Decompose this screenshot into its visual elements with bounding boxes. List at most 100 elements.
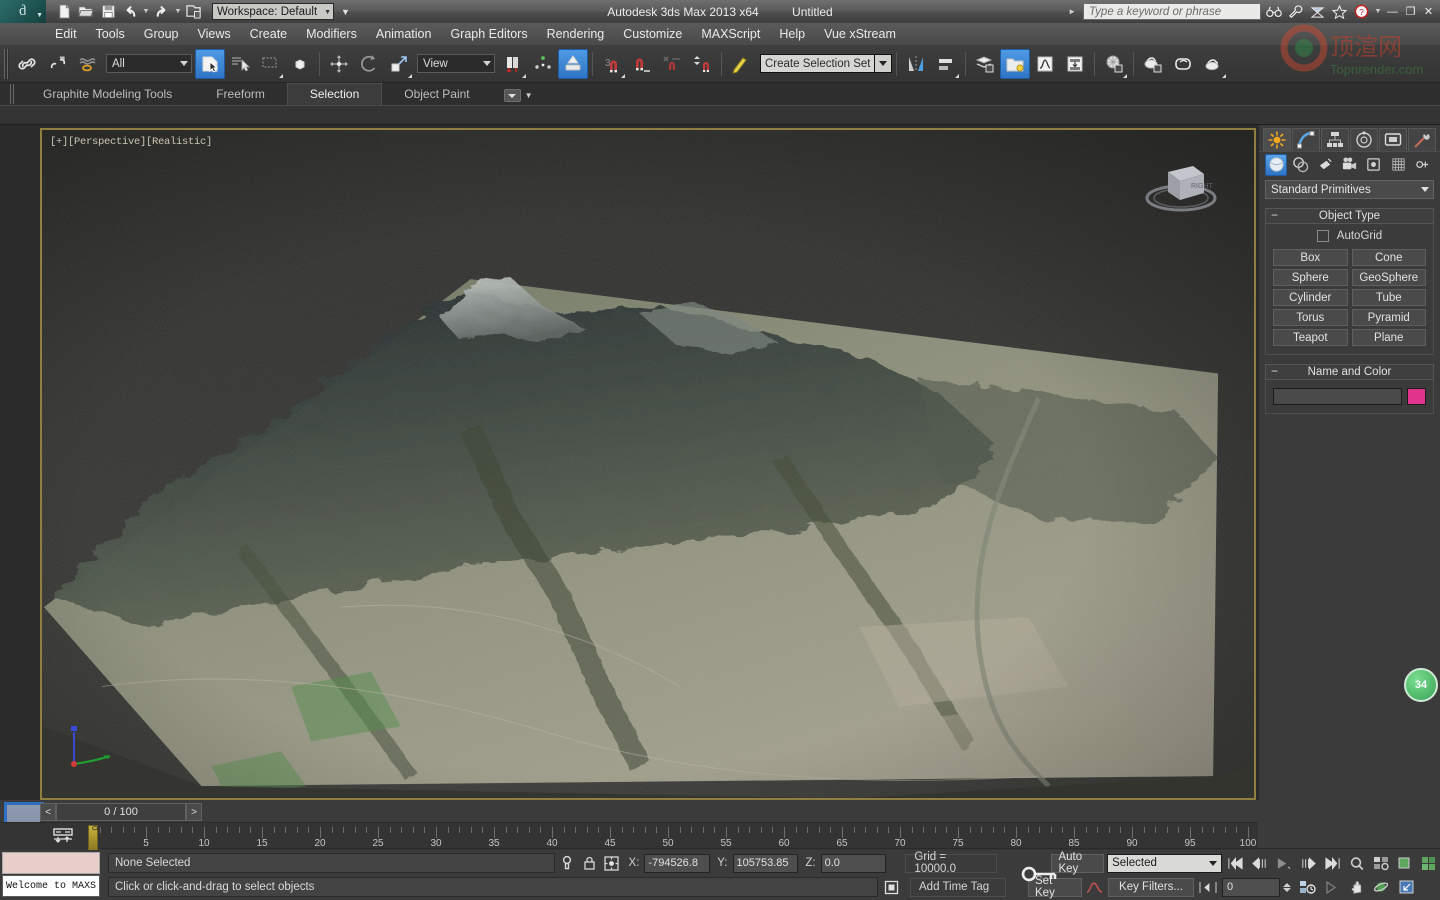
save-file-icon[interactable]	[98, 2, 118, 21]
status-badge[interactable]: 34	[1404, 668, 1438, 702]
menu-item-rendering[interactable]: Rendering	[538, 25, 614, 43]
orbit-icon[interactable]	[1371, 877, 1393, 897]
select-object-icon[interactable]	[195, 48, 225, 79]
hierarchy-tab[interactable]	[1321, 128, 1349, 151]
project-folder-icon[interactable]	[184, 2, 204, 21]
open-file-icon[interactable]	[76, 2, 96, 21]
restore-button[interactable]: ❐	[1403, 3, 1418, 20]
bind-to-space-warp-icon[interactable]	[73, 49, 103, 79]
object-name-input[interactable]	[1273, 388, 1402, 405]
z-coordinate-input[interactable]: 0.0	[820, 853, 887, 873]
teapot-button[interactable]: Teapot	[1273, 329, 1348, 346]
key-filters-button[interactable]: Key Filters...	[1108, 877, 1194, 897]
geometry-icon[interactable]	[1265, 153, 1288, 176]
curve-editor-icon[interactable]	[1030, 49, 1060, 79]
maxscript-listener[interactable]: Welcome to MAXS	[0, 850, 102, 900]
use-selection-center-icon[interactable]	[528, 49, 558, 79]
minimize-button[interactable]: —	[1385, 3, 1400, 20]
display-tab[interactable]	[1379, 128, 1407, 151]
use-pivot-point-center-icon[interactable]	[498, 49, 528, 79]
menu-item-tools[interactable]: Tools	[87, 25, 134, 43]
absolute-relative-mode-icon[interactable]	[602, 853, 621, 873]
undo-icon[interactable]	[120, 2, 140, 21]
current-frame-input[interactable]: 0	[1222, 877, 1280, 897]
field-of-view-icon[interactable]	[1419, 853, 1440, 873]
named-selection-set-dropdown[interactable]	[875, 54, 892, 73]
toolbar-grip[interactable]	[4, 48, 9, 79]
cameras-icon[interactable]	[1338, 154, 1360, 176]
adaptive-degradation-icon[interactable]	[881, 877, 901, 897]
ribbon-minimize-control[interactable]: ▼	[503, 89, 533, 105]
layer-manager-icon[interactable]	[970, 49, 1000, 79]
edit-named-selection-sets-icon[interactable]	[726, 49, 756, 79]
key-mode-toggle-icon[interactable]	[1197, 877, 1219, 897]
frame-spinner[interactable]	[1283, 878, 1293, 897]
tube-button[interactable]: Tube	[1351, 289, 1426, 306]
ribbon-collapse-icon[interactable]	[503, 89, 521, 102]
play-animation-icon[interactable]	[1273, 853, 1294, 873]
selection-filter-dropdown[interactable]: All	[106, 54, 192, 73]
expand-arrow-icon[interactable]: ►	[1068, 7, 1076, 16]
search-input[interactable]: Type a keyword or phrase	[1083, 3, 1261, 20]
systems-icon[interactable]	[1412, 154, 1434, 176]
next-frame-arrow[interactable]: >	[186, 803, 202, 821]
geosphere-button[interactable]: GeoSphere	[1351, 269, 1426, 286]
render-production-icon[interactable]	[1198, 49, 1228, 79]
motion-tab[interactable]	[1350, 128, 1378, 151]
mirror-icon[interactable]	[901, 49, 931, 79]
ribbon-grip[interactable]	[10, 84, 15, 104]
key-mode-dropdown[interactable]: Selected	[1107, 853, 1222, 873]
maxscript-output-pane[interactable]: Welcome to MAXS	[2, 875, 100, 897]
spinner-down-icon[interactable]	[1283, 887, 1291, 892]
zoom-extents-all-icon[interactable]	[1370, 853, 1391, 873]
select-and-link-icon[interactable]	[13, 49, 43, 79]
subscription-icon[interactable]	[1308, 3, 1327, 21]
object-type-header[interactable]: − Object Type	[1265, 208, 1434, 224]
modify-tab[interactable]	[1292, 128, 1320, 151]
snaps-toggle-icon[interactable]: 3	[597, 49, 627, 79]
help-dropdown-icon[interactable]: ▼	[1374, 8, 1382, 15]
application-menu-button[interactable]: ɓ ▼	[0, 0, 46, 23]
viewport-label[interactable]: [+][Perspective][Realistic]	[50, 136, 212, 148]
menu-item-graph-editors[interactable]: Graph Editors	[441, 25, 536, 43]
key-lock-icon[interactable]	[1017, 852, 1063, 896]
prev-frame-arrow[interactable]: <	[40, 803, 56, 821]
sphere-button[interactable]: Sphere	[1273, 269, 1348, 286]
perspective-viewport[interactable]: [+][Perspective][Realistic] RIGHT	[40, 128, 1256, 800]
favorites-star-icon[interactable]	[1330, 3, 1349, 21]
playback-icon[interactable]	[1321, 877, 1343, 897]
space-warps-icon[interactable]	[1387, 154, 1409, 176]
material-editor-icon[interactable]	[1099, 49, 1129, 79]
render-setup-icon[interactable]	[1138, 49, 1168, 79]
select-by-name-icon[interactable]	[225, 49, 255, 79]
align-icon[interactable]	[931, 49, 961, 79]
y-coordinate-input[interactable]: 105753.85	[732, 853, 799, 873]
add-time-tag-button[interactable]: Add Time Tag	[910, 877, 1006, 897]
helpers-icon[interactable]	[1363, 154, 1385, 176]
percent-snap-toggle-icon[interactable]	[657, 49, 687, 79]
menu-item-help[interactable]: Help	[770, 25, 814, 43]
cone-button[interactable]: Cone	[1351, 249, 1426, 266]
menu-item-maxscript[interactable]: MAXScript	[692, 25, 769, 43]
unlink-selection-icon[interactable]	[43, 49, 73, 79]
selection-lock-icon[interactable]	[580, 853, 599, 873]
menu-item-group[interactable]: Group	[135, 25, 188, 43]
spinner-snap-toggle-icon[interactable]	[687, 49, 717, 79]
tab-object-paint[interactable]: Object Paint	[382, 84, 491, 105]
x-coordinate-input[interactable]: -794526.8	[644, 853, 711, 873]
name-and-color-header[interactable]: − Name and Color	[1265, 364, 1434, 380]
select-and-rotate-icon[interactable]	[354, 49, 384, 79]
menu-item-modifiers[interactable]: Modifiers	[297, 25, 366, 43]
torus-button[interactable]: Torus	[1273, 309, 1348, 326]
zoom-extents-icon[interactable]	[1396, 877, 1418, 897]
open-mini-curve-editor-icon[interactable]	[52, 827, 74, 847]
named-selection-set-input[interactable]: Create Selection Set	[760, 54, 875, 73]
key-filters-curve-icon[interactable]	[1085, 877, 1105, 897]
autogrid-checkbox[interactable]	[1316, 230, 1329, 242]
current-frame-display[interactable]: 0 / 100	[56, 803, 186, 821]
lights-icon[interactable]	[1314, 154, 1336, 176]
tab-graphite-modeling-tools[interactable]: Graphite Modeling Tools	[21, 84, 194, 105]
rectangular-selection-region-icon[interactable]	[255, 49, 285, 79]
tab-freeform[interactable]: Freeform	[194, 84, 287, 105]
menu-item-create[interactable]: Create	[241, 25, 297, 43]
